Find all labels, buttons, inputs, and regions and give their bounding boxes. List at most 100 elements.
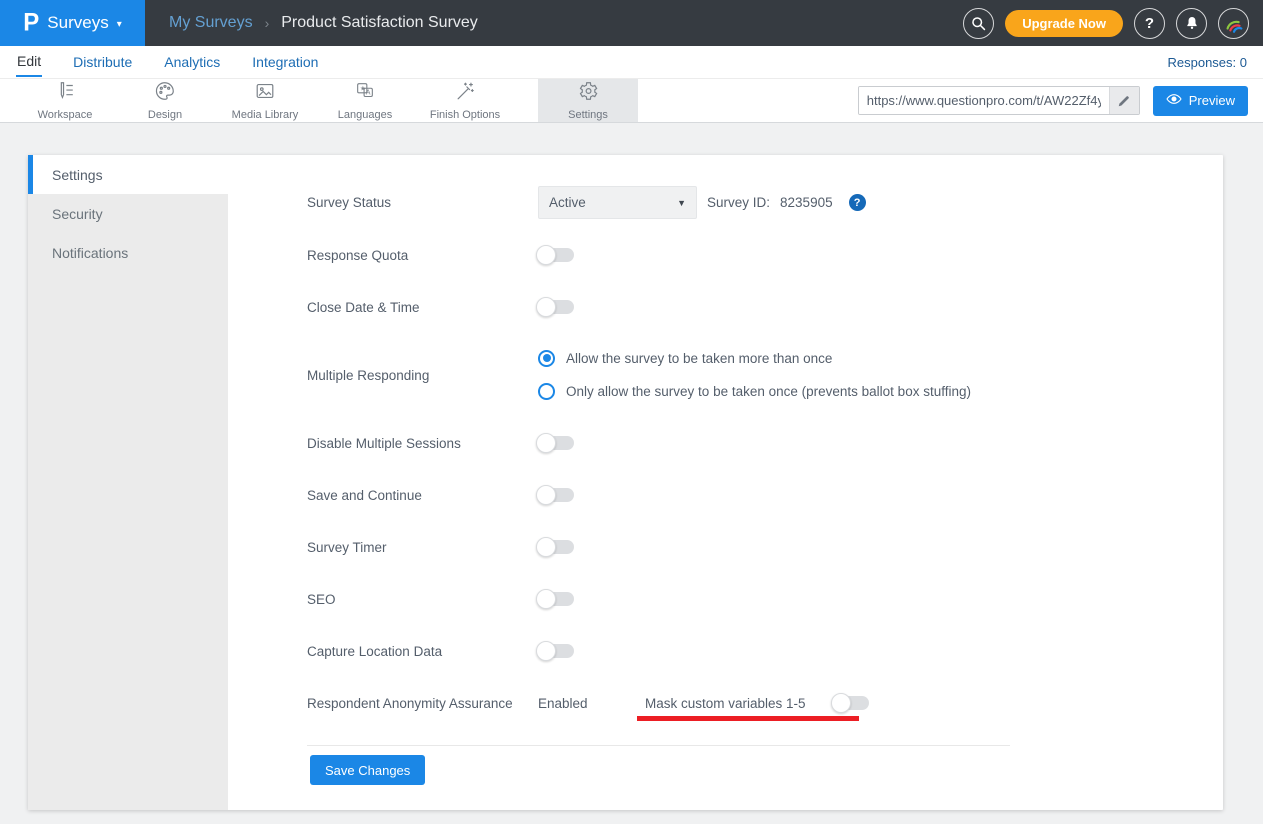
- edit-toolbar: Workspace Design Media Library: [0, 78, 1263, 123]
- toggle-knob: [831, 693, 851, 713]
- svg-text:A: A: [366, 90, 371, 97]
- tab-analytics[interactable]: Analytics: [163, 49, 221, 76]
- save-changes-button[interactable]: Save Changes: [310, 755, 425, 785]
- toolbar-label: Design: [148, 109, 182, 121]
- preview-button[interactable]: Preview: [1153, 86, 1248, 116]
- toolbar-item-finish-options[interactable]: Finish Options: [415, 79, 515, 122]
- toolbar-item-design[interactable]: Design: [115, 79, 215, 122]
- workspace-icon: [54, 80, 76, 107]
- breadcrumb-my-surveys[interactable]: My Surveys: [169, 14, 253, 32]
- tab-integration[interactable]: Integration: [251, 49, 319, 76]
- toolbar-label: Languages: [338, 109, 392, 121]
- top-header: P Surveys ▾ My Surveys › Product Satisfa…: [0, 0, 1263, 46]
- anonymity-status: Enabled: [538, 693, 588, 713]
- translate-icon: ★ A: [354, 80, 376, 107]
- settings-card: Settings Security Notifications Survey S…: [28, 155, 1223, 810]
- capture-location-row: Capture Location Data: [228, 641, 1223, 661]
- setting-label: Response Quota: [307, 245, 408, 265]
- question-help-icon[interactable]: ?: [849, 194, 866, 211]
- survey-status-row: Survey Status Active ▼ Survey ID: 823590…: [228, 186, 1223, 219]
- notifications-bell-icon[interactable]: [1176, 8, 1207, 39]
- disable-multiple-sessions-toggle[interactable]: [538, 436, 574, 450]
- toggle-knob: [536, 245, 556, 265]
- tab-distribute[interactable]: Distribute: [72, 49, 133, 76]
- multiple-responding-option-2: Only allow the survey to be taken once (…: [228, 381, 1223, 401]
- survey-id-label: Survey ID:: [707, 195, 770, 210]
- disable-multiple-sessions-row: Disable Multiple Sessions: [228, 433, 1223, 453]
- help-icon[interactable]: ?: [1134, 8, 1165, 39]
- save-and-continue-row: Save and Continue: [228, 485, 1223, 505]
- red-highlight-annotation: [637, 716, 859, 721]
- close-date-time-toggle[interactable]: [538, 300, 574, 314]
- seo-row: SEO: [228, 589, 1223, 609]
- survey-id-value: 8235905: [780, 195, 833, 210]
- toolbar-right: Preview: [858, 79, 1263, 122]
- radio-label: Allow the survey to be taken more than o…: [566, 351, 832, 366]
- questionpro-logo: P: [23, 10, 39, 35]
- setting-label: Survey Timer: [307, 537, 387, 557]
- response-quota-toggle[interactable]: [538, 248, 574, 262]
- survey-status-select[interactable]: Active ▼: [538, 186, 697, 219]
- toolbar-item-settings[interactable]: Settings: [538, 79, 638, 122]
- edit-url-pencil-icon[interactable]: [1109, 87, 1139, 114]
- survey-url-input[interactable]: [859, 87, 1109, 114]
- settings-sidebar: Settings Security Notifications: [28, 155, 228, 810]
- capture-location-toggle[interactable]: [538, 644, 574, 658]
- multiple-responding-option-1: Allow the survey to be taken more than o…: [228, 348, 1223, 368]
- search-icon[interactable]: [963, 8, 994, 39]
- toolbar-label: Settings: [568, 109, 608, 121]
- tab-edit[interactable]: Edit: [16, 48, 42, 77]
- survey-url-group: [858, 86, 1140, 115]
- page-title: Product Satisfaction Survey: [281, 14, 478, 32]
- radio-option-allow-multiple[interactable]: Allow the survey to be taken more than o…: [538, 350, 832, 367]
- mask-variables-toggle[interactable]: [833, 696, 869, 710]
- toggle-knob: [536, 641, 556, 661]
- toggle-knob: [536, 537, 556, 557]
- brand-menu[interactable]: P Surveys ▾: [0, 0, 145, 46]
- preview-label: Preview: [1189, 93, 1235, 108]
- radio-option-only-once[interactable]: Only allow the survey to be taken once (…: [538, 383, 971, 400]
- setting-label: Respondent Anonymity Assurance: [307, 693, 513, 713]
- radio-selected-icon: [538, 350, 555, 367]
- form-divider: [307, 745, 1010, 746]
- save-and-continue-toggle[interactable]: [538, 488, 574, 502]
- gear-icon: [577, 80, 599, 107]
- sidebar-item-notifications[interactable]: Notifications: [28, 233, 228, 272]
- anonymity-row: Respondent Anonymity Assurance Enabled M…: [228, 693, 1223, 713]
- responses-count[interactable]: Responses: 0: [1168, 55, 1248, 70]
- sidebar-item-security[interactable]: Security: [28, 194, 228, 233]
- toggle-knob: [536, 297, 556, 317]
- survey-timer-row: Survey Timer: [228, 537, 1223, 557]
- seo-toggle[interactable]: [538, 592, 574, 606]
- survey-status-value: Active: [549, 195, 586, 210]
- survey-status-label: Survey Status: [307, 186, 391, 219]
- toolbar-item-languages[interactable]: ★ A Languages: [315, 79, 415, 122]
- sidebar-item-settings[interactable]: Settings: [28, 155, 228, 194]
- survey-id-group: Survey ID: 8235905 ?: [707, 186, 866, 219]
- chevron-down-icon: ▾: [117, 19, 122, 30]
- radio-unselected-icon: [538, 383, 555, 400]
- setting-label: SEO: [307, 589, 336, 609]
- header-actions: Upgrade Now ?: [963, 8, 1263, 39]
- image-icon: [254, 80, 276, 107]
- questionpro-app: P Surveys ▾ My Surveys › Product Satisfa…: [0, 0, 1263, 824]
- setting-label: Save and Continue: [307, 485, 422, 505]
- svg-text:★: ★: [360, 86, 366, 93]
- setting-label: Disable Multiple Sessions: [307, 433, 461, 453]
- breadcrumb-separator: ›: [265, 15, 270, 31]
- radio-label: Only allow the survey to be taken once (…: [566, 384, 971, 399]
- survey-timer-toggle[interactable]: [538, 540, 574, 554]
- chevron-down-icon: ▼: [677, 198, 686, 208]
- toolbar-item-workspace[interactable]: Workspace: [15, 79, 115, 122]
- toolbar-item-media-library[interactable]: Media Library: [215, 79, 315, 122]
- upgrade-now-button[interactable]: Upgrade Now: [1005, 10, 1123, 37]
- toolbar-label: Finish Options: [430, 109, 500, 121]
- settings-form: Survey Status Active ▼ Survey ID: 823590…: [228, 155, 1223, 810]
- palette-icon: [154, 80, 176, 107]
- setting-label: Capture Location Data: [307, 641, 442, 661]
- magic-wand-icon: [454, 80, 476, 107]
- mask-variables-label: Mask custom variables 1-5: [645, 696, 806, 711]
- account-avatar[interactable]: [1218, 8, 1249, 39]
- brand-label: Surveys: [47, 13, 108, 33]
- response-quota-row: Response Quota: [228, 245, 1223, 265]
